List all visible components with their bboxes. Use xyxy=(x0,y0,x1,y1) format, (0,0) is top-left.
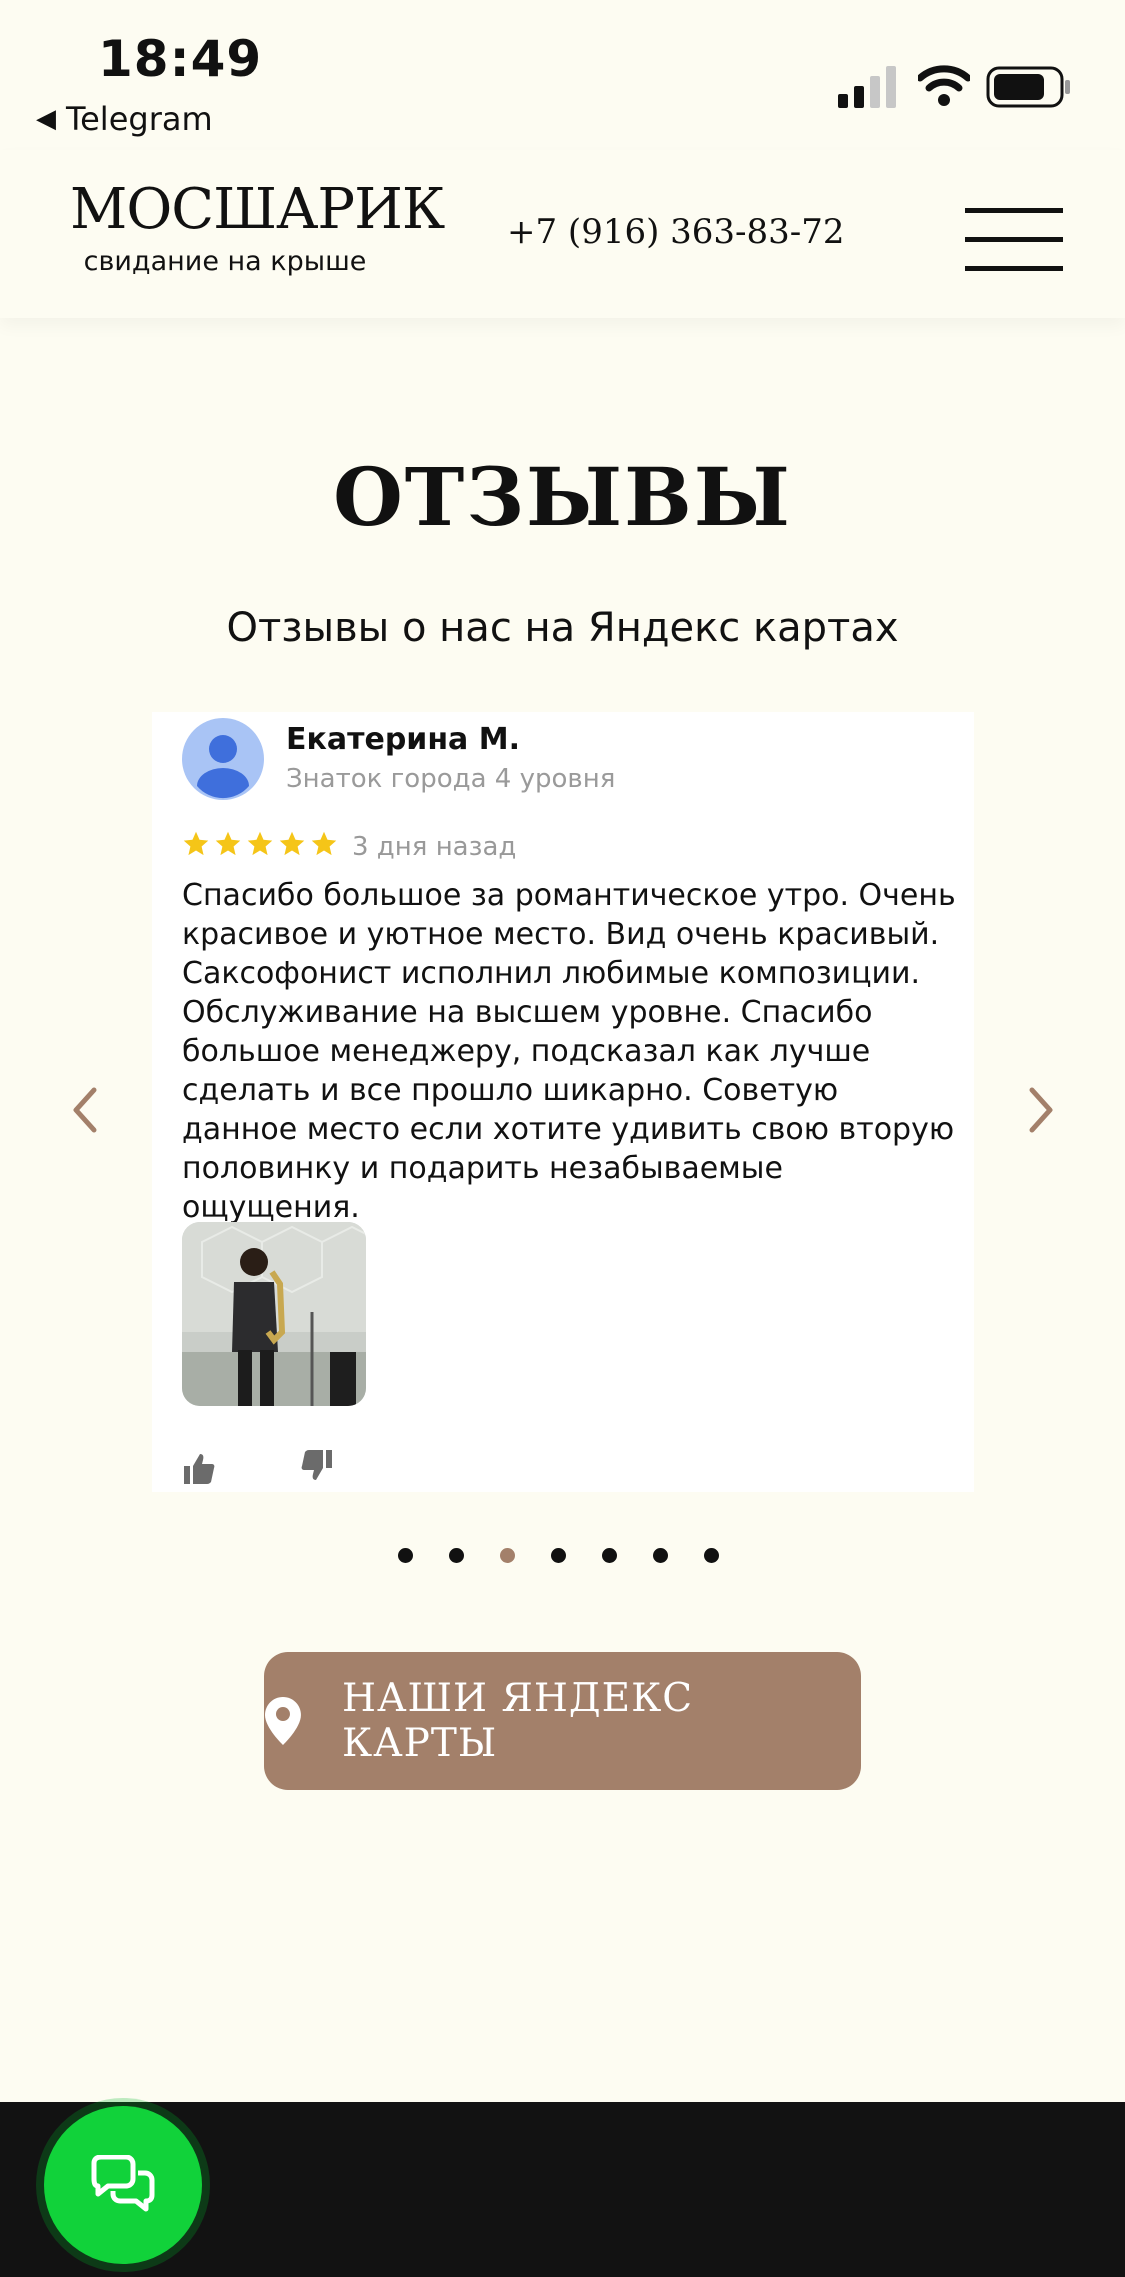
battery-icon xyxy=(986,66,1070,108)
status-bar: 18:49 ◀ Telegram xyxy=(0,0,1125,150)
star-icon xyxy=(183,831,209,856)
carousel-dot[interactable] xyxy=(653,1548,668,1563)
page-subtitle: Отзывы о нас на Яндекс картах xyxy=(226,605,899,651)
review-author: Екатерина М. xyxy=(286,722,520,757)
status-time: 18:49 xyxy=(98,30,263,88)
thumbs-up-icon[interactable] xyxy=(182,1452,216,1486)
carousel-dot[interactable] xyxy=(704,1548,719,1563)
rating-stars xyxy=(182,830,338,858)
chat-button[interactable] xyxy=(36,2098,210,2272)
star-icon xyxy=(279,831,305,856)
star-icon xyxy=(215,831,241,856)
back-to-app-link[interactable]: ◀ Telegram xyxy=(36,100,213,138)
star-icon xyxy=(311,831,337,856)
yandex-maps-button-label: НАШИ ЯНДЕКС КАРТЫ xyxy=(341,1676,694,1766)
phone-link[interactable]: +7 (916) 363-83-72 xyxy=(507,212,845,252)
star-icon xyxy=(247,831,273,856)
carousel-prev-arrow-icon[interactable] xyxy=(64,1082,104,1138)
page-title: ОТЗЫВЫ xyxy=(333,450,792,544)
review-text: Спасибо большое за романтическое утро. О… xyxy=(182,878,956,1225)
back-app-label: Telegram xyxy=(66,100,213,138)
review-author-level: Знаток города 4 уровня xyxy=(286,764,616,794)
carousel-next-arrow-icon[interactable] xyxy=(1022,1082,1062,1138)
hamburger-menu-icon[interactable] xyxy=(965,208,1063,272)
carousel-dot[interactable] xyxy=(398,1548,413,1563)
site-header: МОСШАРИК свидание на крыше +7 (916) 363-… xyxy=(0,150,1125,318)
carousel-pagination xyxy=(398,1548,719,1563)
logo-tagline: свидание на крыше xyxy=(83,246,367,277)
chat-bubbles-icon xyxy=(91,2155,155,2212)
user-avatar-icon xyxy=(182,718,264,800)
site-logo[interactable]: МОСШАРИК свидание на крыше xyxy=(70,177,445,278)
back-triangle-icon: ◀ xyxy=(36,104,56,134)
map-pin-icon xyxy=(264,1697,301,1745)
carousel-dot[interactable] xyxy=(602,1548,617,1563)
cellular-signal-icon xyxy=(838,66,896,108)
wifi-icon xyxy=(918,65,970,106)
thumbs-down-icon[interactable] xyxy=(300,1448,334,1482)
yandex-maps-button[interactable]: НАШИ ЯНДЕКС КАРТЫ xyxy=(264,1652,861,1790)
review-date: 3 дня назад xyxy=(352,832,517,862)
review-card: Екатерина М. Знаток города 4 уровня 3 дн… xyxy=(152,712,974,1492)
logo-name: МОСШАРИК xyxy=(70,177,445,242)
carousel-dot[interactable] xyxy=(551,1548,566,1563)
review-photo[interactable] xyxy=(182,1222,366,1406)
carousel-dot[interactable] xyxy=(449,1548,464,1563)
carousel-dot[interactable] xyxy=(500,1548,515,1563)
